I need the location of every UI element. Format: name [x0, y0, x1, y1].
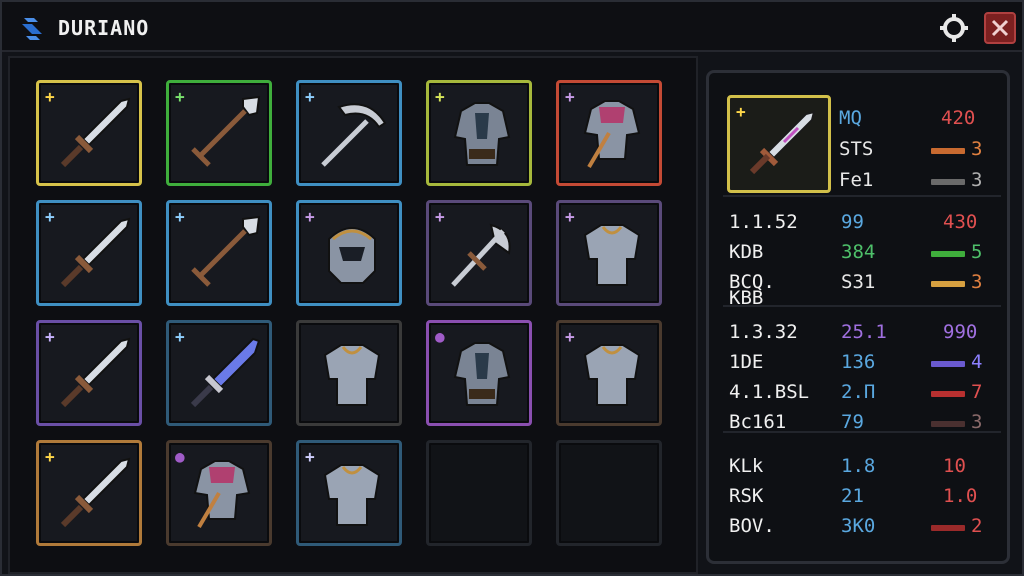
inventory-slot[interactable]: + [556, 320, 662, 426]
inventory-window: DURIANO + + + + + + + + + + + + ● + + ● + + MQ 420 STS 3 Fe1… [0, 0, 1024, 576]
stat-compare: 990 [943, 321, 978, 343]
stat-name: 1.1.52 [729, 211, 798, 233]
chest-icon [583, 224, 641, 286]
item-stats-panel: + MQ 420 STS 3 Fe1 3 1.1.52 99 430 KDB 384 5 BCQ. S31… [706, 70, 1010, 564]
stat-value: S31 [841, 271, 876, 293]
stat-value: 3 [971, 138, 983, 160]
divider [723, 195, 1001, 197]
inventory-slot[interactable]: + [296, 200, 402, 306]
stat-bar [931, 251, 965, 257]
chest-icon [323, 344, 381, 406]
stat-value: 384 [841, 241, 876, 263]
inventory-slot[interactable] [556, 440, 662, 546]
stat-value: 420 [941, 107, 976, 129]
helmet-icon [328, 227, 376, 284]
inventory-slot[interactable]: + [296, 80, 402, 186]
inventory-slot[interactable] [426, 440, 532, 546]
stat-bar [931, 525, 965, 531]
stat-value: 3K0 [841, 515, 876, 537]
stat-bar [931, 361, 965, 367]
stat-compare: 3 [971, 271, 983, 293]
sword-icon [749, 110, 816, 175]
inventory-slot[interactable]: + [426, 200, 532, 306]
stat-label: MQ [839, 107, 862, 129]
armor-icon [453, 102, 511, 166]
axe-icon [451, 223, 511, 287]
selected-item-slot[interactable]: + [727, 95, 831, 193]
stat-bar [931, 148, 965, 154]
close-icon [991, 19, 1009, 37]
inventory-slot[interactable]: + [166, 200, 272, 306]
stat-label: STS [839, 138, 874, 160]
stat-compare: 3 [971, 411, 983, 433]
stat-name: Bc161 [729, 411, 787, 433]
stat-bar [931, 391, 965, 397]
stat-value: 3 [971, 169, 983, 191]
inventory-slot[interactable]: + [296, 440, 402, 546]
inventory-slot[interactable]: + [36, 200, 142, 306]
inventory-slot[interactable]: + [166, 320, 272, 426]
stat-value: 136 [841, 351, 876, 373]
armor-red-icon [193, 460, 251, 529]
inventory-slot[interactable]: + [36, 80, 142, 186]
stat-value: 2.Π [841, 381, 876, 403]
inventory-slot[interactable]: + [36, 440, 142, 546]
inventory-slot[interactable]: ● [426, 320, 532, 426]
stat-compare: 430 [943, 211, 978, 233]
stat-compare: 5 [971, 241, 983, 263]
sword-icon [60, 217, 131, 288]
stat-value: 21 [841, 485, 864, 507]
inventory-slot[interactable]: + [556, 200, 662, 306]
armor-icon [453, 342, 511, 406]
stat-compare: 2 [971, 515, 983, 537]
inventory-slot[interactable]: + [166, 80, 272, 186]
stat-name: KLk [729, 455, 764, 477]
stat-name: RSK [729, 485, 764, 507]
chest-icon [323, 464, 381, 526]
armor-red-icon [583, 100, 641, 169]
stat-name: 1DE [729, 351, 764, 373]
inventory-slot[interactable]: + [556, 80, 662, 186]
stat-name: BOV. [729, 515, 775, 537]
stat-bar [931, 281, 965, 287]
stat-compare: 10 [943, 455, 966, 477]
divider [723, 305, 1001, 307]
title-bar: DURIANO [2, 2, 1022, 52]
spear-icon [191, 95, 261, 167]
chest-icon [583, 344, 641, 406]
sword-icon [60, 457, 131, 528]
stat-value: 25.1 [841, 321, 887, 343]
inventory-slot[interactable] [296, 320, 402, 426]
stat-name: 4.1.BSL [729, 381, 810, 403]
stat-compare: 1.0 [943, 485, 978, 507]
stat-compare: 4 [971, 351, 983, 373]
stat-value: 1.8 [841, 455, 876, 477]
stat-name: KDB [729, 241, 764, 263]
sword-icon [60, 337, 131, 408]
close-button[interactable] [984, 12, 1016, 44]
spear-icon [191, 215, 261, 287]
gear-icon[interactable] [938, 12, 970, 44]
inventory-slot[interactable]: + [426, 80, 532, 186]
stat-bar [931, 421, 965, 427]
inventory-slot[interactable]: ● [166, 440, 272, 546]
pickaxe-icon [321, 103, 387, 167]
app-logo-icon [22, 18, 42, 40]
stat-name: KBB [729, 287, 764, 309]
window-title: DURIANO [58, 16, 150, 40]
stat-value: 79 [841, 411, 864, 433]
sword-icon [60, 97, 131, 168]
inventory-grid: + + + + + + + + + + + + ● + + ● + [8, 56, 698, 574]
stat-name: 1.3.32 [729, 321, 798, 343]
inventory-slot[interactable]: + [36, 320, 142, 426]
stat-bar [931, 179, 965, 185]
stat-compare: 7 [971, 381, 983, 403]
stat-value: 99 [841, 211, 864, 233]
stat-label: Fe1 [839, 169, 874, 191]
sword-blue-icon [190, 337, 261, 408]
